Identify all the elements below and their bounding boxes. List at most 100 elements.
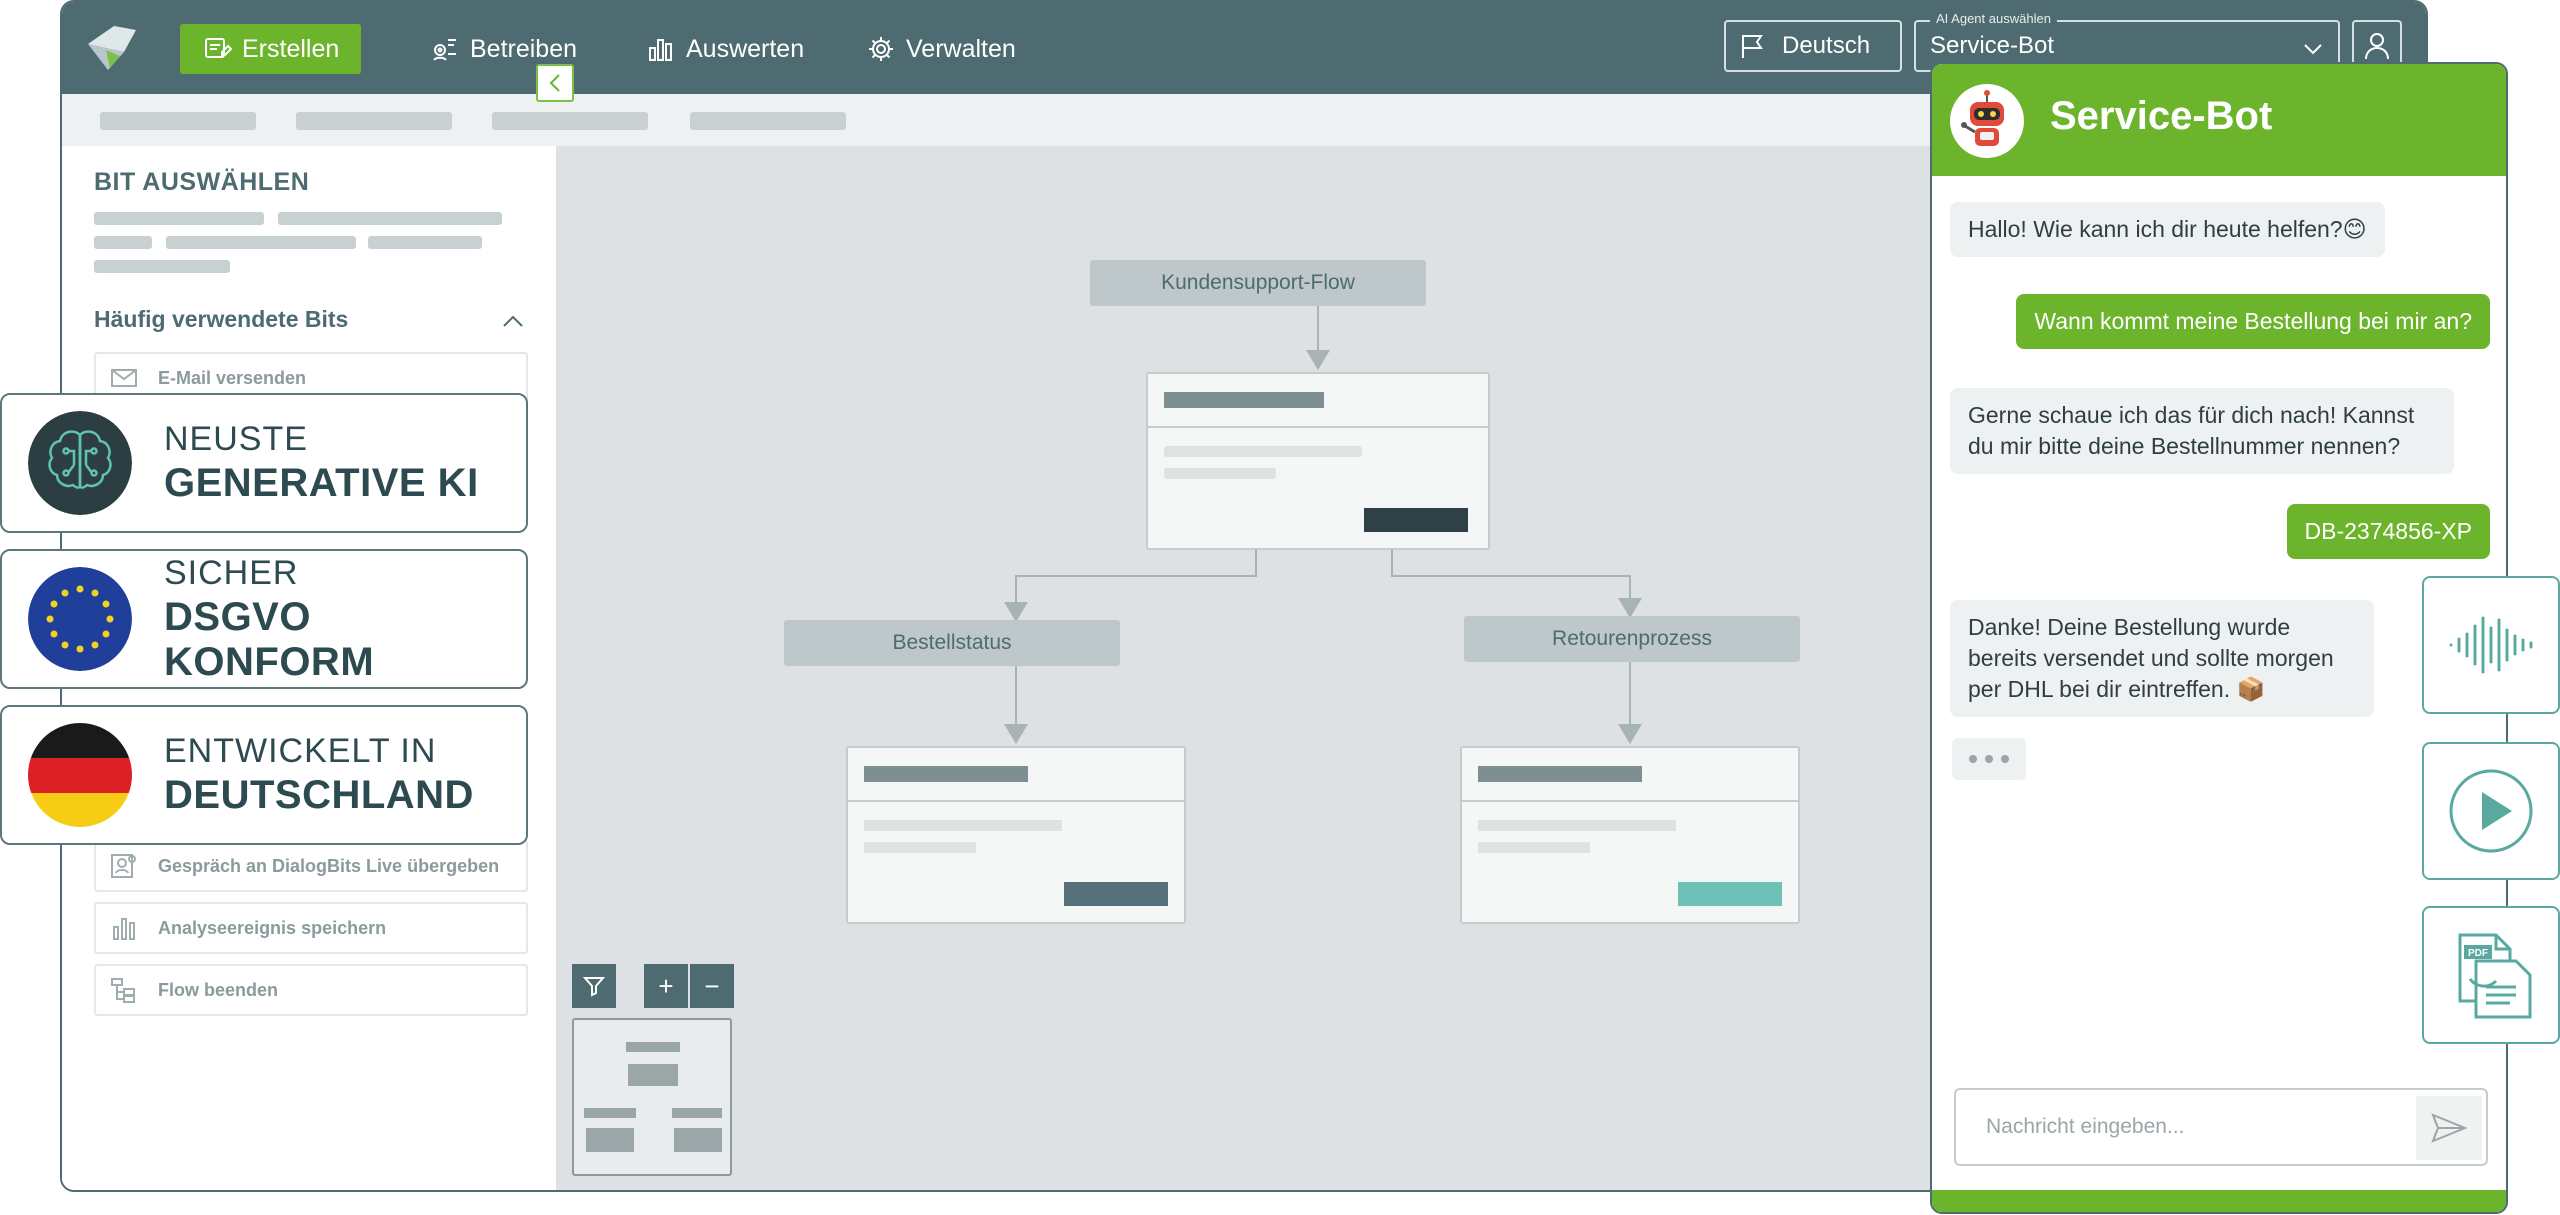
flow-node-card[interactable]: [1146, 372, 1490, 550]
video-tile[interactable]: [2422, 742, 2560, 880]
brain-circuit-icon: [28, 411, 132, 515]
nav-verwalten[interactable]: Verwalten: [844, 24, 1038, 74]
badge-generative-ai: NEUSTE GENERATIVE KI: [0, 393, 528, 533]
agent-select-value: Service-Bot: [1930, 32, 2055, 59]
language-label: Deutsch: [1782, 32, 1871, 59]
card-text-placeholder: [1164, 468, 1276, 479]
chat-message-bot: Gerne schaue ich das für dich nach! Kann…: [1950, 388, 2454, 474]
sidebar-placeholder: [368, 236, 482, 249]
badge-line2: GENERATIVE KI: [164, 461, 479, 505]
send-icon: [2431, 1113, 2467, 1143]
minimap-node: [584, 1108, 636, 1118]
badge-line2: DSGVO KONFORM: [164, 594, 375, 684]
typing-indicator: [1952, 738, 2026, 780]
chevron-up-icon[interactable]: [502, 314, 524, 328]
plus-icon: +: [658, 970, 674, 1001]
toolbar-placeholder: [690, 112, 846, 130]
minimap-node: [586, 1128, 634, 1152]
nav-erstellen[interactable]: Erstellen: [180, 24, 362, 74]
chevron-left-icon: [549, 74, 560, 92]
filter-button[interactable]: [572, 964, 616, 1008]
gear-icon: [869, 37, 893, 61]
toolbar-placeholder: [100, 112, 256, 130]
flow-label-text: Kundensupport-Flow: [1161, 271, 1355, 294]
operate-icon: [433, 39, 456, 61]
bit-label: E-Mail versenden: [158, 367, 307, 388]
bit-label: Gespräch an DialogBits Live übergeben: [158, 855, 500, 876]
badge-line1: NEUSTE: [164, 420, 308, 458]
card-action-button[interactable]: [1364, 508, 1468, 532]
message-input-placeholder: Nachricht eingeben...: [1986, 1115, 2185, 1138]
bit-item-flow-end[interactable]: Flow beenden: [94, 964, 528, 1016]
sidebar-placeholder: [94, 260, 230, 273]
card-action-button[interactable]: [1064, 882, 1168, 906]
sidebar-placeholder: [166, 236, 356, 249]
minimap-node: [628, 1064, 678, 1086]
chevron-down-icon: [2304, 44, 2322, 55]
pdf-document-icon: PDF: [2458, 933, 2532, 1019]
card-text-placeholder: [1164, 446, 1362, 457]
play-icon: [2449, 769, 2533, 853]
sidebar-placeholder: [278, 212, 502, 225]
typing-dot: [1969, 755, 1977, 763]
badge-line2: DEUTSCHLAND: [164, 773, 474, 817]
filter-icon: [582, 977, 606, 997]
sidebar-placeholder: [94, 212, 264, 225]
nav-auswerten[interactable]: Auswerten: [624, 24, 826, 74]
flow-node-right-label[interactable]: Retourenprozess: [1464, 616, 1800, 662]
nav-label: Auswerten: [686, 34, 805, 63]
chat-message-user: Wann kommt meine Bestellung bei mir an?: [2016, 294, 2490, 349]
badge-text: ENTWICKELT IN DEUTSCHLAND: [164, 732, 474, 818]
zoom-in-button[interactable]: +: [644, 964, 688, 1008]
zoom-out-button[interactable]: −: [690, 964, 734, 1008]
chat-footer-bar: [1932, 1190, 2506, 1212]
card-action-button[interactable]: [1678, 882, 1782, 906]
flow-node-card[interactable]: [1460, 746, 1800, 924]
badge-line1: SICHER: [164, 553, 299, 592]
pdf-label: PDF: [2468, 948, 2488, 959]
message-input[interactable]: Nachricht eingeben...: [1954, 1088, 2488, 1166]
card-text-placeholder: [864, 842, 976, 853]
badge-line1: ENTWICKELT IN: [164, 732, 437, 770]
send-button[interactable]: [2416, 1096, 2482, 1160]
card-text-placeholder: [1478, 820, 1676, 831]
card-title-placeholder: [864, 766, 1028, 782]
typing-dot: [2001, 755, 2009, 763]
section-title: Häufig verwendete Bits: [94, 306, 349, 332]
flow-node-left-label[interactable]: Bestellstatus: [784, 620, 1120, 666]
badge-dsgvo: SICHER DSGVO KONFORM: [0, 549, 528, 689]
language-button[interactable]: Deutsch: [1724, 20, 1902, 72]
bar-chart-icon: [113, 918, 135, 940]
audio-waveform-icon: [2449, 616, 2533, 674]
badge-text: SICHER DSGVO KONFORM: [164, 554, 526, 685]
minimap-node: [674, 1128, 722, 1152]
card-text-placeholder: [1478, 842, 1590, 853]
document-tile[interactable]: PDF: [2422, 906, 2560, 1044]
chat-message-bot: Hallo! Wie kann ich dir heute helfen?😊: [1950, 202, 2385, 257]
minimap-node: [626, 1042, 680, 1052]
flow-node-root-label[interactable]: Kundensupport-Flow: [1090, 260, 1426, 306]
bit-item-handover[interactable]: Gespräch an DialogBits Live übergeben: [94, 840, 528, 892]
chat-message-bot: Danke! Deine Bestellung wurde bereits ve…: [1950, 600, 2374, 717]
canvas-minimap[interactable]: [572, 1018, 732, 1176]
collapse-sidebar-button[interactable]: [536, 64, 574, 102]
bit-item-analytics[interactable]: Analyseereignis speichern: [94, 902, 528, 954]
toolbar-placeholder: [296, 112, 452, 130]
user-icon: [2365, 33, 2389, 60]
toolbar-placeholder: [492, 112, 648, 130]
nav-label: Erstellen: [242, 34, 340, 63]
eu-flag-icon: [28, 567, 132, 671]
flow-end-icon: [111, 978, 135, 1003]
app-logo[interactable]: [84, 22, 140, 72]
badge-text: NEUSTE GENERATIVE KI: [164, 420, 479, 506]
chat-header: Service-Bot: [1932, 64, 2506, 176]
agent-select-legend: AI Agent auswählen: [1930, 11, 2057, 26]
voice-tile[interactable]: [2422, 576, 2560, 714]
badge-germany: ENTWICKELT IN DEUTSCHLAND: [0, 705, 528, 845]
minus-icon: −: [704, 970, 720, 1001]
sidebar-placeholder: [94, 236, 152, 249]
chat-title: Service-Bot: [2050, 94, 2273, 138]
bit-label: Analyseereignis speichern: [158, 917, 387, 938]
flow-node-card[interactable]: [846, 746, 1186, 924]
minimap-node: [672, 1108, 722, 1118]
